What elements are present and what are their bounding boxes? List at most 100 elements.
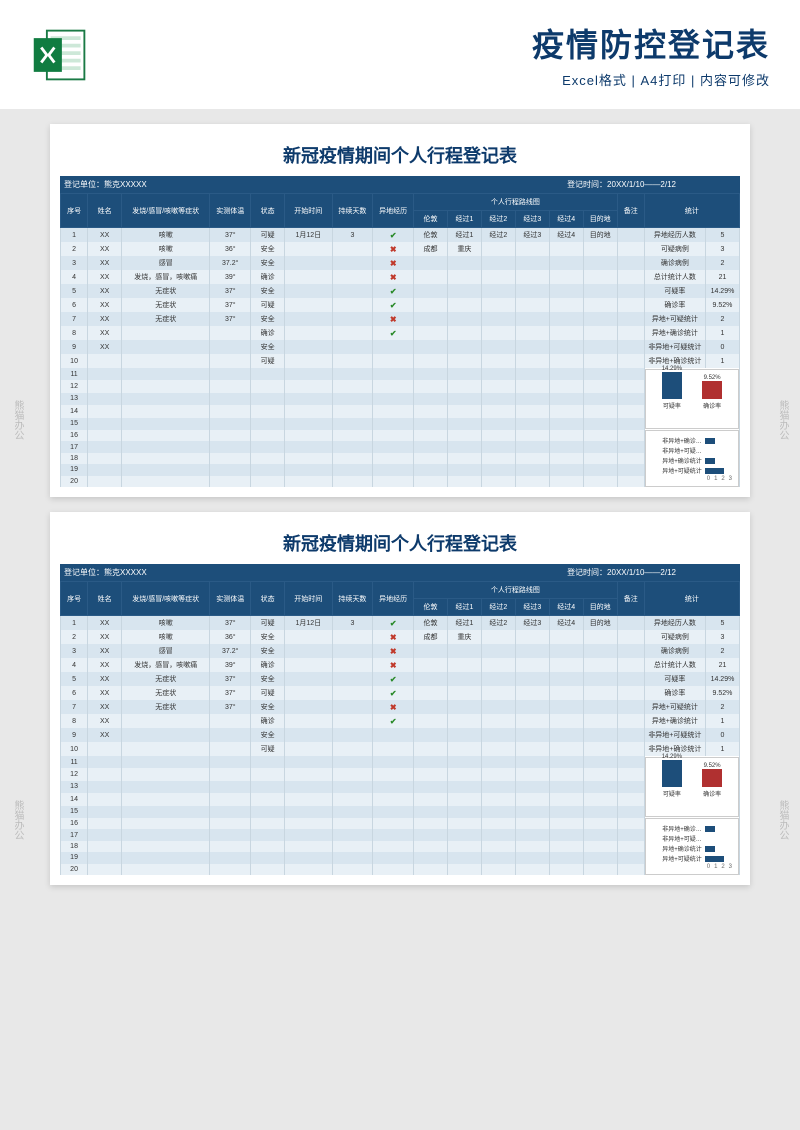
cell-route <box>447 728 481 742</box>
cell-route <box>481 256 515 270</box>
cell-route <box>549 476 583 487</box>
cell-away <box>373 818 414 829</box>
rate-bar-chart: 14.29% 可疑率 9.52% 确诊率 <box>645 369 739 429</box>
cell-status <box>251 829 285 840</box>
cell-route <box>447 768 481 780</box>
cell-symptom: 咳嗽 <box>122 228 210 243</box>
cell-symptom <box>122 768 210 780</box>
stat-value: 3 <box>705 242 739 256</box>
cell-days <box>332 326 373 340</box>
cell-temp: 37° <box>210 700 251 714</box>
cell-route <box>414 298 448 312</box>
check-icon: ✔ <box>390 717 397 726</box>
cell-route <box>447 742 481 756</box>
cell-status: 安全 <box>251 728 285 742</box>
cell-route <box>549 418 583 430</box>
cell-start <box>285 852 333 863</box>
cell-days <box>332 476 373 487</box>
stat-value: 14.29% <box>705 672 739 686</box>
cell-name: XX <box>88 672 122 686</box>
cell-status <box>251 806 285 818</box>
meta-unit: 登记单位：熊克XXXXX <box>64 567 370 578</box>
cell-name <box>88 806 122 818</box>
cell-route <box>515 430 549 441</box>
th-route: 个人行程路线图 <box>414 582 618 599</box>
cell-symptom <box>122 728 210 742</box>
cell-note <box>617 818 644 829</box>
cell-route <box>583 864 617 875</box>
cell-seq: 6 <box>61 298 88 312</box>
cell-route <box>481 630 515 644</box>
cell-temp <box>210 756 251 768</box>
cell-temp <box>210 818 251 829</box>
cell-route <box>447 852 481 863</box>
cell-note <box>617 686 644 700</box>
stat-value: 0 <box>705 340 739 354</box>
cell-route <box>414 686 448 700</box>
th-route-sub: 伦敦 <box>414 211 448 228</box>
side-watermark: 熊猫办公 <box>775 400 790 440</box>
table-row: 13 <box>61 781 740 793</box>
cell-route <box>414 644 448 658</box>
cell-status <box>251 864 285 875</box>
cell-start <box>285 368 333 380</box>
count-hbar-chart: 非异地+确诊… 非异地+可疑… <box>645 430 739 487</box>
cell-route <box>515 768 549 780</box>
cell-away: ✔ <box>373 616 414 631</box>
cell-route <box>447 418 481 430</box>
stat-label: 可疑病例 <box>644 630 705 644</box>
cell-note <box>617 284 644 298</box>
cell-symptom <box>122 714 210 728</box>
cell-route <box>515 405 549 417</box>
check-icon: ✔ <box>390 301 397 310</box>
cell-route <box>414 270 448 284</box>
cell-temp <box>210 781 251 793</box>
cell-seq: 9 <box>61 340 88 354</box>
cell-seq: 4 <box>61 270 88 284</box>
cell-days <box>332 453 373 464</box>
cell-route <box>447 714 481 728</box>
cell-name <box>88 864 122 875</box>
stat-label: 总计统计人数 <box>644 270 705 284</box>
cell-start <box>285 700 333 714</box>
cell-route <box>549 829 583 840</box>
cell-start <box>285 405 333 417</box>
cell-temp <box>210 418 251 430</box>
cell-route <box>583 354 617 368</box>
cell-route <box>481 728 515 742</box>
cell-symptom <box>122 806 210 818</box>
cell-route <box>481 368 515 380</box>
stat-value: 9.52% <box>705 298 739 312</box>
cell-symptom <box>122 793 210 805</box>
table-row: 15 <box>61 806 740 818</box>
stat-value: 2 <box>705 256 739 270</box>
cell-status: 可疑 <box>251 298 285 312</box>
cell-route <box>515 298 549 312</box>
cell-route <box>515 864 549 875</box>
stat-label: 可疑病例 <box>644 242 705 256</box>
cell-route <box>515 700 549 714</box>
cell-status: 安全 <box>251 312 285 326</box>
cell-route <box>414 284 448 298</box>
th-seq: 序号 <box>61 582 88 616</box>
cell-start <box>285 393 333 405</box>
cell-route <box>583 441 617 452</box>
cell-route <box>583 326 617 340</box>
cell-route <box>549 841 583 852</box>
th-name: 姓名 <box>88 582 122 616</box>
cell-start <box>285 242 333 256</box>
table-row: 14 <box>61 405 740 417</box>
cell-name: XX <box>88 228 122 243</box>
th-seq: 序号 <box>61 194 88 228</box>
cell-route <box>549 686 583 700</box>
cell-start <box>285 793 333 805</box>
stat-label: 确诊病例 <box>644 644 705 658</box>
table-row: 17 <box>61 829 740 840</box>
cell-route <box>515 476 549 487</box>
cell-route <box>414 340 448 354</box>
cell-route <box>515 672 549 686</box>
cross-icon: ✖ <box>390 647 397 656</box>
cell-route <box>414 672 448 686</box>
cell-name: XX <box>88 340 122 354</box>
cell-status <box>251 405 285 417</box>
